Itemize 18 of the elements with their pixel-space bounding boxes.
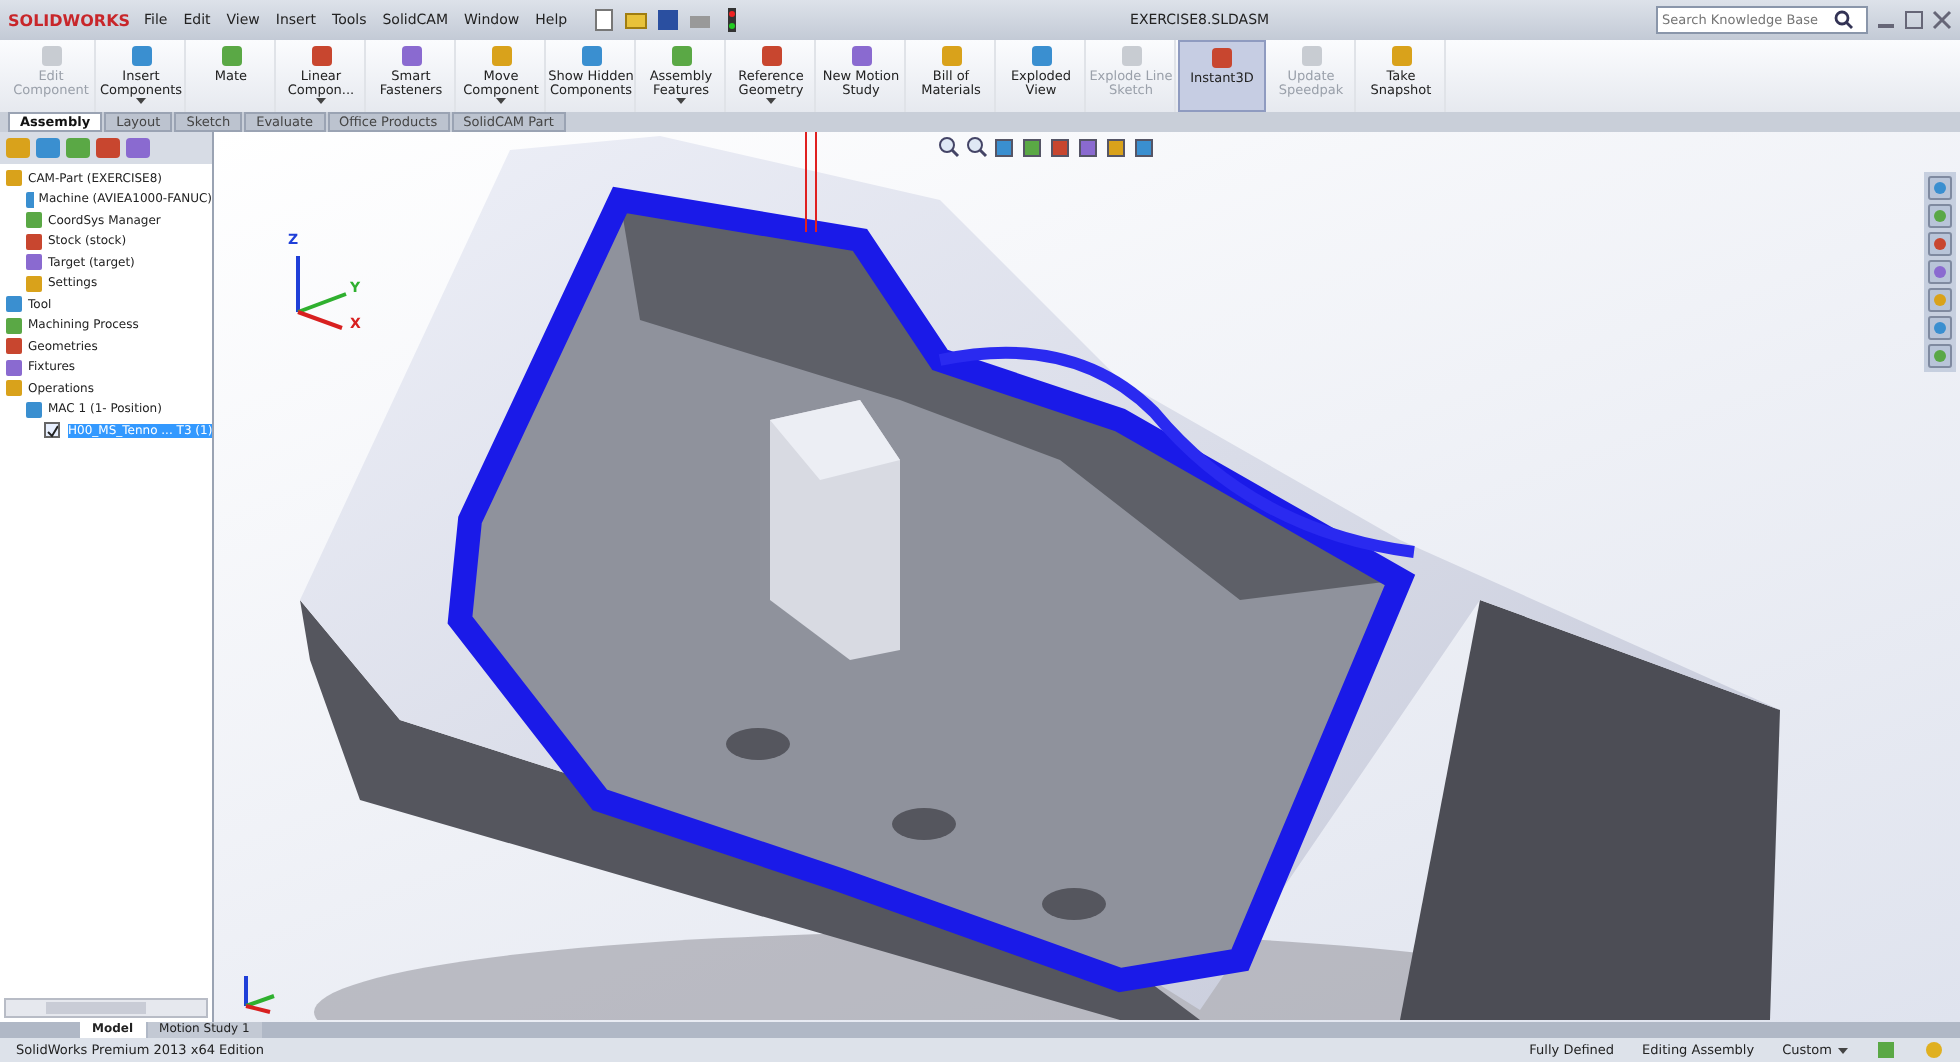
save-icon[interactable] [655, 8, 680, 32]
checkbox[interactable] [44, 422, 60, 439]
app-logo: SOLIDWORKS [8, 11, 133, 29]
caret-icon[interactable] [676, 97, 686, 104]
search-icon[interactable] [1834, 10, 1854, 30]
zoom-icon[interactable] [966, 136, 988, 158]
close-icon[interactable] [1932, 10, 1952, 30]
document-icon[interactable] [591, 8, 616, 32]
caret-icon[interactable] [766, 97, 776, 104]
caret-icon[interactable] [136, 97, 146, 104]
origin-marker [805, 132, 817, 233]
restore-icon[interactable] [1904, 10, 1924, 30]
folder-icon[interactable] [623, 8, 648, 32]
caret-icon[interactable] [496, 97, 506, 104]
scroll-bar[interactable] [4, 998, 208, 1018]
zoom-icon[interactable] [938, 136, 960, 158]
caret-icon[interactable] [1838, 1047, 1848, 1053]
caret-icon[interactable] [316, 97, 326, 104]
